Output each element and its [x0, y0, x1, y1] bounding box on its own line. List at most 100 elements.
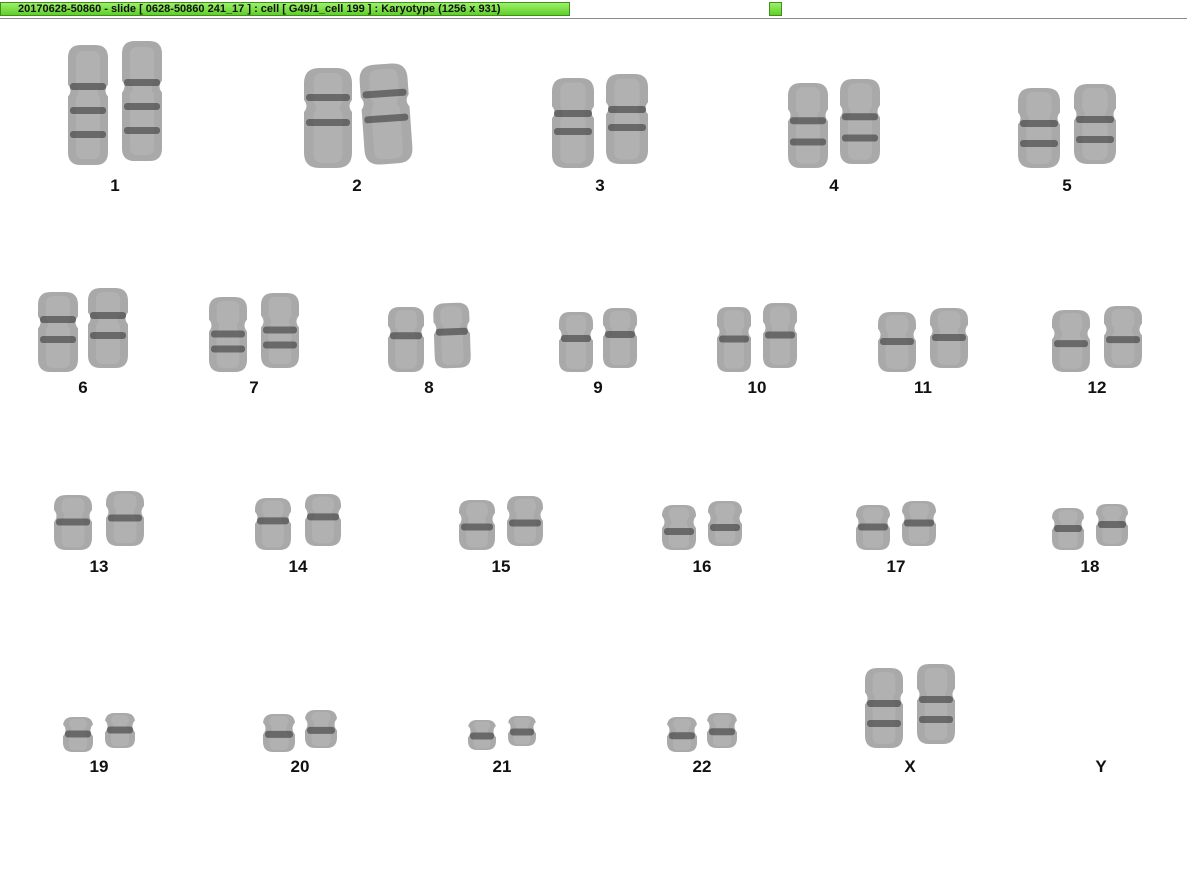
chromosome-17-a — [856, 505, 890, 550]
window-title: 20170628-50860 - slide [ 0628-50860 241_… — [0, 2, 570, 16]
chromosome-18-a — [1052, 508, 1084, 550]
chromosome-pair-5[interactable] — [1018, 84, 1116, 168]
chromosome-pair-9[interactable] — [559, 308, 637, 372]
chromosome-label-8: 8 — [424, 378, 434, 397]
chromosome-3-a — [552, 78, 594, 168]
chromosome-label-13: 13 — [89, 557, 109, 576]
chromosome-20-a — [263, 714, 295, 752]
chromosome-21-b — [508, 716, 536, 746]
chromosome-11-b — [930, 308, 968, 368]
chromosome-pair-4[interactable] — [788, 79, 880, 168]
chromosome-pair-10[interactable] — [717, 303, 797, 372]
chromosome-pair-image — [1052, 504, 1128, 550]
chromosome-1-a — [68, 45, 108, 165]
chromosome-label-12: 12 — [1087, 378, 1107, 397]
chromosome-pair-21[interactable] — [468, 716, 536, 750]
chromosome-pair-11[interactable] — [878, 308, 968, 372]
chromosome-pair-image — [468, 716, 536, 750]
chromosome-label-11: 11 — [914, 378, 932, 397]
chromosome-22-a — [667, 717, 697, 752]
chromosome-x-b — [917, 664, 955, 744]
chromosome-pair-8[interactable] — [388, 302, 471, 372]
chromosome-13-a — [54, 495, 92, 550]
chromosome-11-a — [878, 312, 916, 372]
chromosome-label-7: 7 — [249, 378, 259, 397]
chromosome-5-a — [1018, 88, 1060, 168]
chromosome-pair-image — [717, 303, 797, 372]
chromosome-x-a — [865, 668, 903, 748]
chromosome-pair-18[interactable] — [1052, 504, 1128, 550]
chromosome-label-3: 3 — [595, 176, 605, 195]
chromosome-14-a — [255, 498, 291, 550]
chromosome-pair-17[interactable] — [856, 501, 936, 550]
chromosome-label-14: 14 — [288, 557, 308, 576]
chromosome-label-20: 20 — [290, 757, 310, 776]
chromosome-pair-image — [662, 501, 742, 550]
chromosome-pair-image — [38, 288, 128, 372]
chromosome-pair-image — [63, 713, 135, 752]
chromosome-pair-image — [788, 79, 880, 168]
chromosome-label-4: 4 — [829, 176, 839, 195]
chromosome-10-a — [717, 307, 751, 372]
chromosome-8-a — [388, 307, 424, 372]
chromosome-19-a — [63, 717, 93, 752]
chromosome-pair-12[interactable] — [1052, 306, 1142, 372]
chromosome-13-b — [106, 491, 144, 546]
chromosome-label-17: 17 — [886, 557, 906, 576]
chromosome-4-a — [788, 83, 828, 168]
chromosome-3-b — [606, 74, 648, 164]
chromosome-10-b — [763, 303, 797, 368]
chromosome-7-b — [261, 293, 299, 368]
chromosome-pair-image — [1018, 84, 1116, 168]
chromosome-pair-6[interactable] — [38, 288, 128, 372]
chromosome-pair-20[interactable] — [263, 710, 337, 752]
chromosome-label-x: X — [904, 757, 916, 776]
chromosome-9-b — [603, 308, 637, 368]
chromosome-6-a — [38, 292, 78, 372]
title-bar-marker — [769, 2, 782, 16]
chromosome-label-2: 2 — [352, 176, 362, 195]
chromosome-2-b — [359, 63, 413, 165]
chromosome-pair-image — [304, 63, 413, 168]
chromosome-pair-3[interactable] — [552, 74, 648, 168]
chromosome-label-9: 9 — [593, 378, 603, 397]
chromosome-17-b — [902, 501, 936, 546]
chromosome-19-b — [105, 713, 135, 748]
window-title-bar: 20170628-50860 - slide [ 0628-50860 241_… — [0, 0, 1187, 19]
chromosome-label-19: 19 — [89, 757, 109, 776]
chromosome-6-b — [88, 288, 128, 368]
chromosome-pair-16[interactable] — [662, 501, 742, 550]
chromosome-pair-7[interactable] — [209, 293, 299, 372]
chromosome-pair-x[interactable] — [865, 664, 955, 748]
chromosome-7-a — [209, 297, 247, 372]
chromosome-12-b — [1104, 306, 1142, 368]
chromosome-pair-image — [54, 491, 144, 550]
chromosome-12-a — [1052, 310, 1090, 372]
chromosome-8-b — [433, 302, 471, 369]
chromosome-5-b — [1074, 84, 1116, 164]
chromosome-pair-image — [559, 308, 637, 372]
chromosome-pair-image — [667, 713, 737, 752]
chromosome-15-a — [459, 500, 495, 550]
chromosome-20-b — [305, 710, 337, 748]
chromosome-4-b — [840, 79, 880, 164]
chromosome-pair-2[interactable] — [304, 63, 413, 168]
chromosome-pair-image — [68, 41, 162, 165]
chromosome-label-10: 10 — [747, 378, 767, 397]
chromosome-pair-15[interactable] — [459, 496, 543, 550]
chromosome-pair-13[interactable] — [54, 491, 144, 550]
chromosome-label-6: 6 — [78, 378, 88, 397]
chromosome-pair-image — [1052, 306, 1142, 372]
chromosome-14-b — [305, 494, 341, 546]
chromosome-label-1: 1 — [110, 176, 120, 195]
chromosome-pair-image — [255, 494, 341, 550]
chromosome-pair-14[interactable] — [255, 494, 341, 550]
chromosome-label-15: 15 — [491, 557, 511, 576]
chromosome-16-a — [662, 505, 696, 550]
chromosome-label-18: 18 — [1080, 557, 1100, 576]
chromosome-pair-22[interactable] — [667, 713, 737, 752]
chromosome-21-a — [468, 720, 496, 750]
chromosome-pair-1[interactable] — [68, 41, 162, 165]
chromosome-pair-19[interactable] — [63, 713, 135, 752]
chromosome-pair-image — [865, 664, 955, 748]
